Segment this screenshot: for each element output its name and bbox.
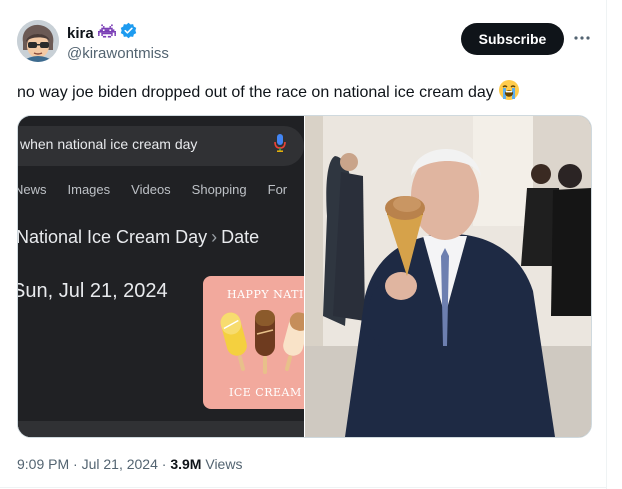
author-handle[interactable]: @kirawontmiss: [67, 45, 169, 62]
tab-videos: Videos: [131, 182, 171, 197]
author-name-row[interactable]: kira: [67, 22, 137, 44]
tweet-divider: [0, 487, 606, 488]
ice-cream-photo[interactable]: [305, 116, 591, 437]
column-border: [606, 0, 607, 489]
ice-cream-bars-icon: [213, 304, 304, 384]
answer-title-text: National Ice Cream Day: [18, 227, 208, 247]
author-display-name[interactable]: kira: [67, 25, 94, 42]
loudly-crying-face-icon: [498, 79, 520, 106]
tab-more: For: [267, 182, 288, 197]
google-screenshot-image[interactable]: when national ice cream day News Images …: [18, 116, 304, 437]
answer-date: Sun, Jul 21, 2024: [18, 280, 168, 302]
more-horizontal-icon[interactable]: [572, 30, 592, 46]
search-footer: [18, 421, 304, 437]
search-tabs: News Images Videos Shopping For: [18, 182, 287, 197]
tweet-media[interactable]: when national ice cream day News Images …: [17, 115, 592, 438]
tab-images: Images: [67, 182, 111, 197]
subscribe-button[interactable]: Subscribe: [461, 23, 564, 55]
tab-news: News: [18, 182, 47, 197]
tweet-meta: 9:09 PM · Jul 21, 2024 · 3.9M Views: [17, 456, 242, 472]
post-time[interactable]: 9:09 PM: [17, 456, 69, 472]
meta-dot: ·: [73, 456, 82, 472]
avatar[interactable]: [17, 20, 59, 62]
space-invader-icon: [97, 23, 116, 44]
verified-badge-icon[interactable]: [120, 22, 137, 44]
tweet-text: no way joe biden dropped out of the race…: [17, 79, 520, 106]
search-query: when national ice cream day: [20, 136, 198, 152]
breadcrumb-separator: ›: [211, 227, 218, 247]
tweet-body: no way joe biden dropped out of the race…: [17, 83, 494, 101]
card-subheading: ICE CREAM DAY: [229, 386, 304, 399]
card-heading: HAPPY NATIONAL: [227, 288, 304, 301]
post-date[interactable]: Jul 21, 2024: [82, 456, 158, 472]
tab-shopping: Shopping: [191, 182, 247, 197]
breadcrumb-date: Date: [221, 227, 260, 247]
ice-cream-day-card: HAPPY NATIONAL: [203, 276, 304, 409]
views-count: 3.9M: [170, 456, 202, 472]
microphone-icon: [273, 133, 287, 153]
answer-title: National Ice Cream Day › Date: [18, 227, 259, 248]
views-label: Views: [205, 456, 243, 472]
